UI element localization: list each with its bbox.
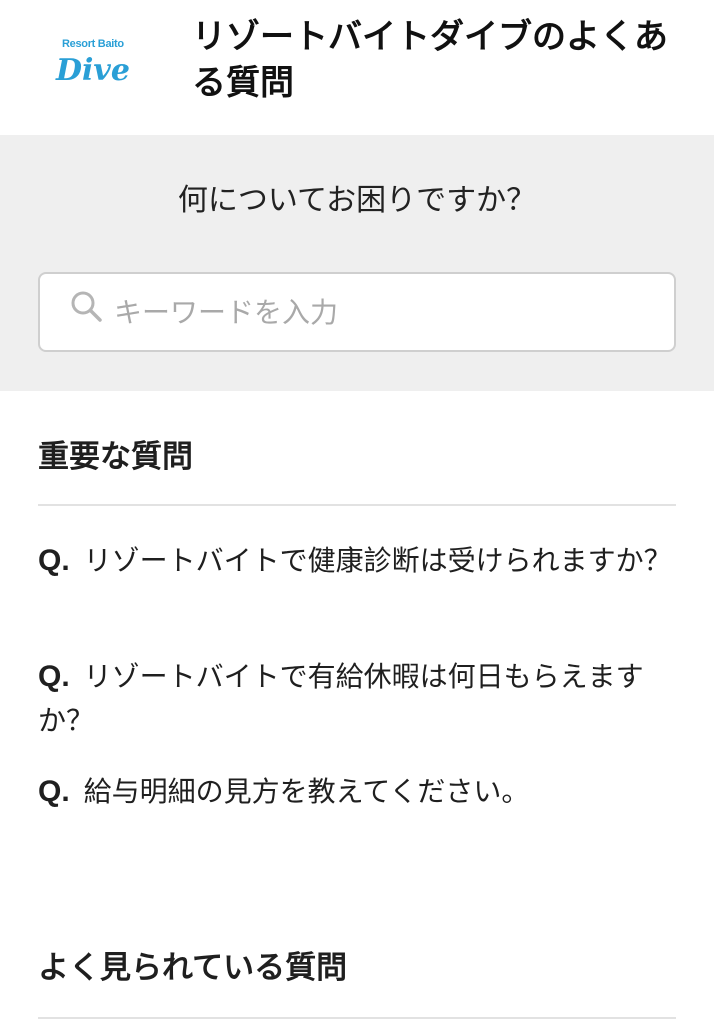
question-link-1[interactable]: Q. リゾートバイトで健康診断は受けられますか？ xyxy=(38,539,678,583)
search-heading: 何についてお困りですか？ xyxy=(177,183,537,218)
popular-questions-title: よく見られている質問 xyxy=(38,950,348,986)
logo-small-text: Resort Baito xyxy=(62,38,124,50)
question-text: 給与明細の見方を教えてください。 xyxy=(83,775,530,808)
search-box[interactable] xyxy=(38,272,676,352)
question-prefix: Q. xyxy=(38,660,70,693)
page-title: リゾートバイトダイブのよくある質問 xyxy=(192,17,668,103)
divider xyxy=(38,504,676,506)
logo-dive-wordmark: Dive xyxy=(55,53,130,88)
search-input[interactable] xyxy=(114,286,654,338)
question-prefix: Q. xyxy=(38,775,70,808)
search-icon xyxy=(70,290,104,328)
svg-text:Dive: Dive xyxy=(55,53,130,88)
question-link-2[interactable]: Q. リゾートバイトで有給休暇は何日もらえますか？ xyxy=(38,655,678,743)
important-questions-title: 重要な質問 xyxy=(38,439,193,475)
header: Resort Baito Dive リゾートバイトダイブのよくある質問 xyxy=(0,0,714,135)
resort-baito-dive-logo[interactable]: Resort Baito Dive xyxy=(54,38,138,90)
question-prefix: Q. xyxy=(38,544,70,577)
question-text: リゾートバイトで健康診断は受けられますか？ xyxy=(83,544,672,577)
question-link-3[interactable]: Q. 給与明細の見方を教えてください。 xyxy=(38,770,678,814)
question-text: リゾートバイトで有給休暇は何日もらえますか？ xyxy=(38,660,644,737)
search-section: 何についてお困りですか？ xyxy=(0,135,714,391)
divider xyxy=(38,1017,676,1019)
